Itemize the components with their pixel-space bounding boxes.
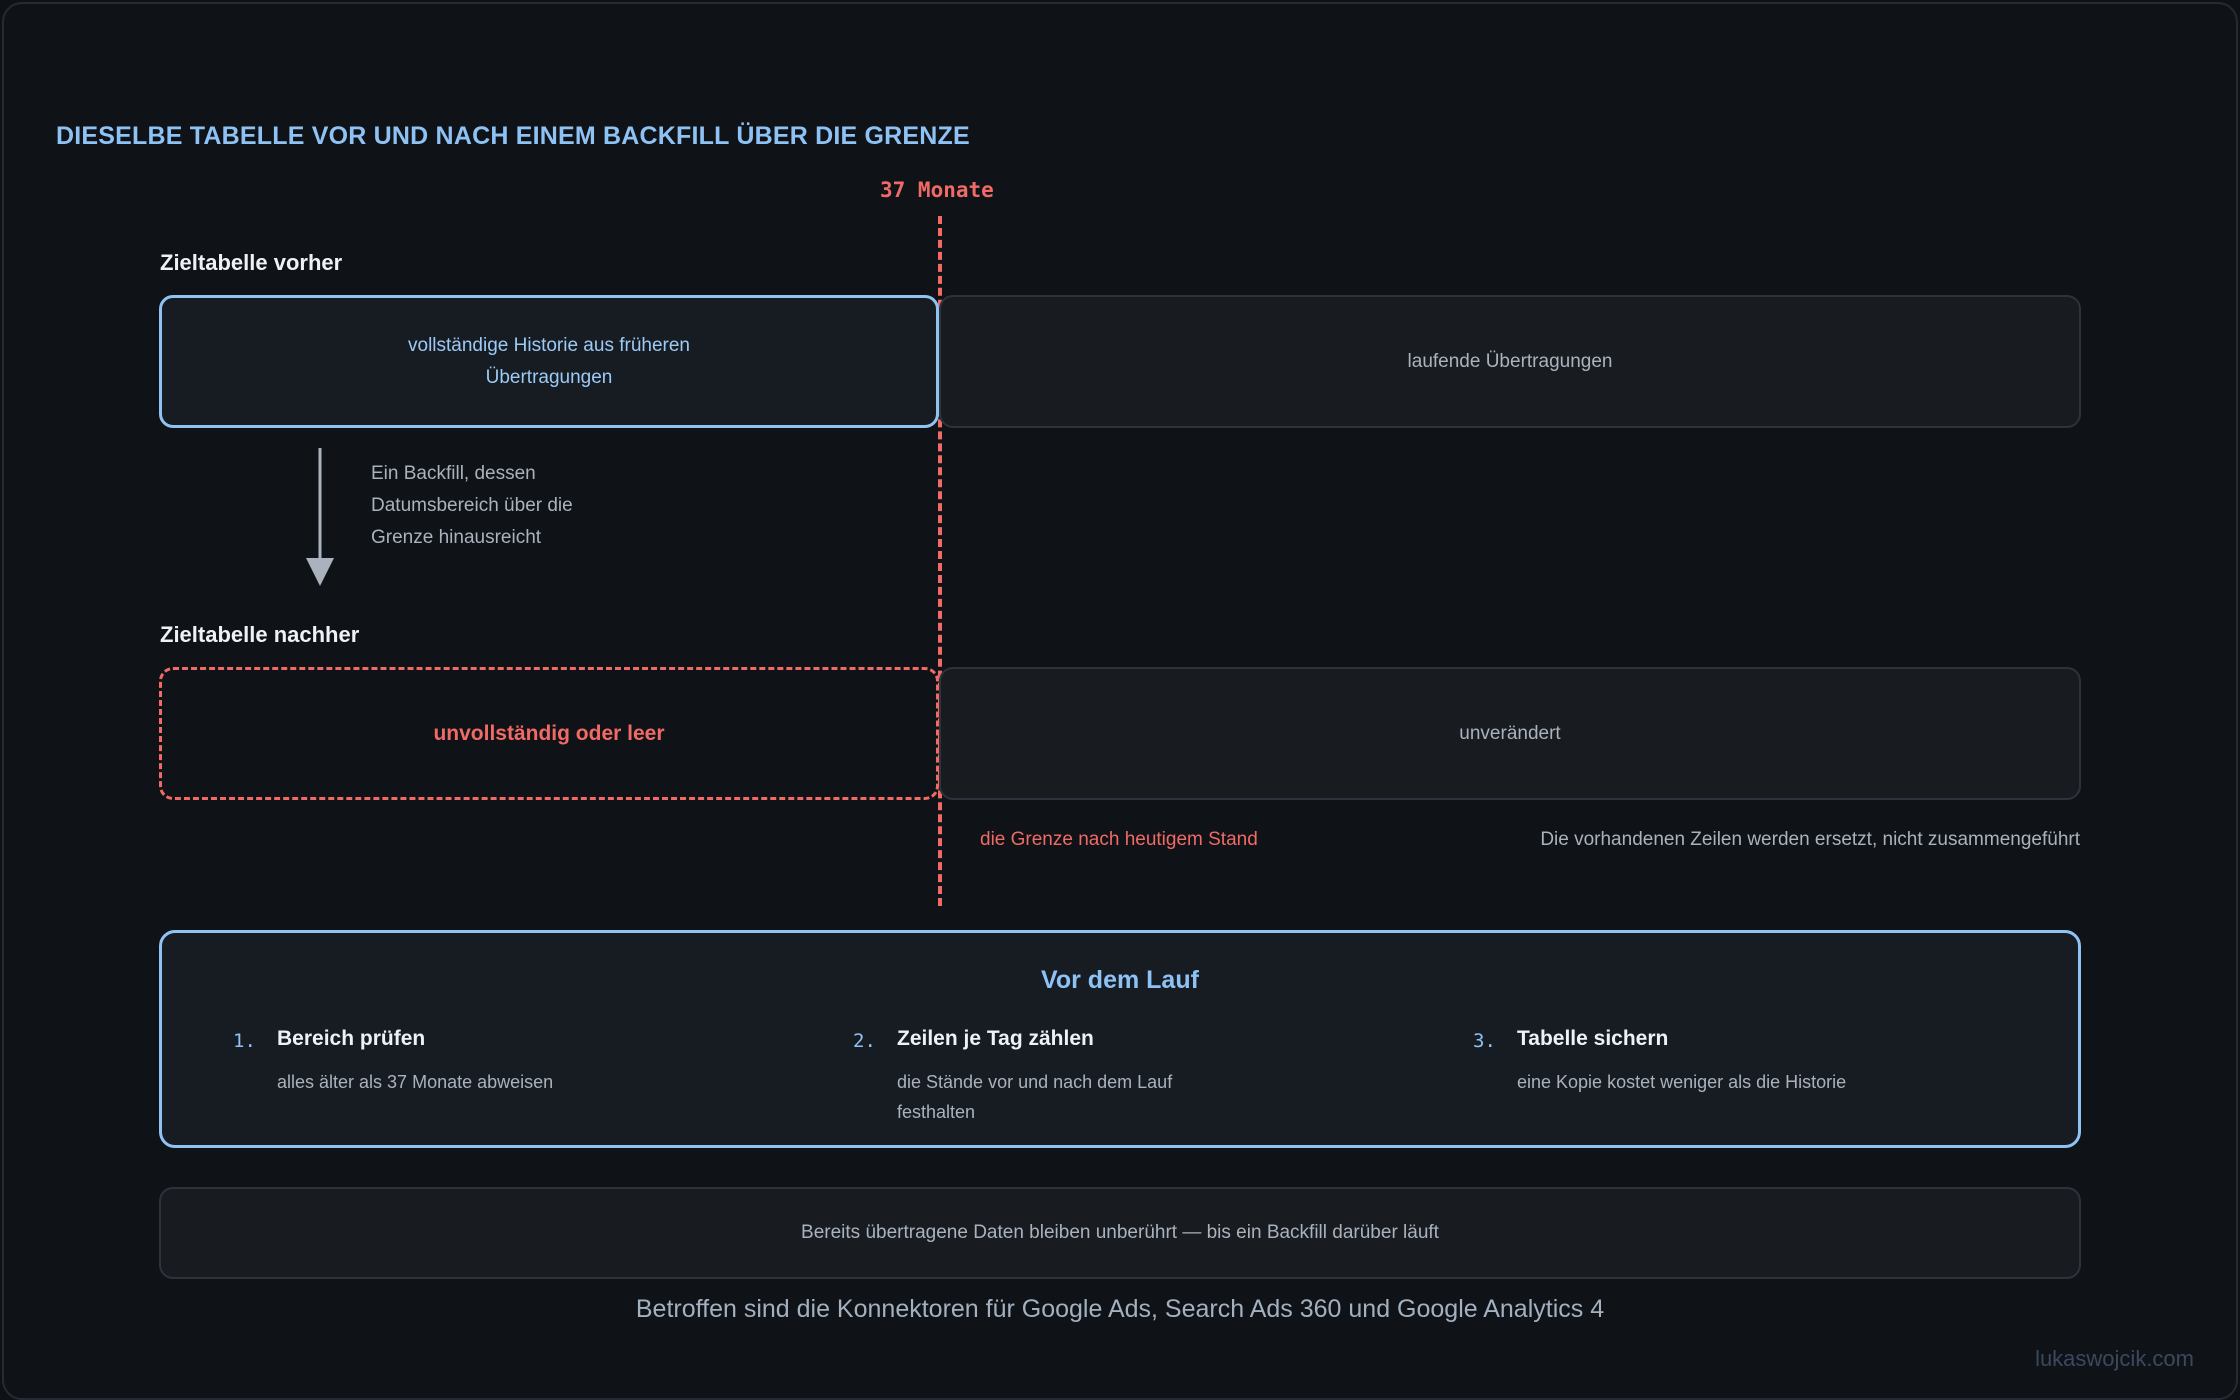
step-description: die Stände vor und nach dem Lauf festhal… <box>897 1072 1173 1122</box>
checklist-title: Vor dem Lauf <box>1041 966 1199 994</box>
down-arrow-icon <box>306 448 334 586</box>
ongoing-transfers-label: laufende Übertragungen <box>1407 350 1613 372</box>
page-title: DIESELBE TABELLE VOR UND NACH EINEM BACK… <box>56 122 970 150</box>
step-description: eine Kopie kostet weniger als die Histor… <box>1517 1072 1847 1092</box>
step-number: 1. <box>233 1030 256 1052</box>
checklist-panel: Vor dem Lauf 1. Bereich prüfen alles ält… <box>159 930 2081 1148</box>
ongoing-transfers-box: laufende Übertragungen <box>939 295 2081 428</box>
step-number: 3. <box>1473 1030 1496 1052</box>
before-section-label: Zieltabelle vorher <box>160 250 343 275</box>
replace-note: Die vorhandenen Zeilen werden ersetzt, n… <box>1540 829 2080 850</box>
unchanged-label: unverändert <box>1459 722 1561 744</box>
footer-note: Bereits übertragene Daten bleiben unberü… <box>801 1222 1439 1243</box>
after-section-label: Zieltabelle nachher <box>160 622 360 647</box>
step-title: Zeilen je Tag zählen <box>897 1027 1094 1050</box>
history-box-line2: Übertragungen <box>485 366 613 388</box>
boundary-label: 37 Monate <box>880 178 994 202</box>
step-title: Bereich prüfen <box>277 1027 426 1050</box>
history-box-line1: vollständige Historie aus früheren <box>408 334 690 356</box>
step-description: alles älter als 37 Monate abweisen <box>277 1072 554 1092</box>
boundary-note: die Grenze nach heutigem Stand <box>980 829 1258 850</box>
incomplete-box: unvollständig oder leer <box>159 667 939 800</box>
footer-note-box: Bereits übertragene Daten bleiben unberü… <box>159 1187 2081 1279</box>
step-title: Tabelle sichern <box>1517 1027 1669 1050</box>
transition-note: Ein Backfill, dessen Datumsbereich über … <box>371 458 631 554</box>
transition-note-line2: Datumsbereich über die <box>371 495 573 516</box>
step-number: 2. <box>853 1030 876 1052</box>
unchanged-box: unverändert <box>939 667 2081 800</box>
transition-note-line3: Grenze hinausreicht <box>371 527 542 548</box>
watermark: lukaswojcik.com <box>2035 1346 2194 1371</box>
history-box: vollständige Historie aus früheren Übert… <box>159 295 939 428</box>
caption: Betroffen sind die Konnektoren für Googl… <box>635 1295 1605 1323</box>
transition-note-line1: Ein Backfill, dessen <box>371 463 536 484</box>
incomplete-label: unvollständig oder leer <box>433 721 665 745</box>
